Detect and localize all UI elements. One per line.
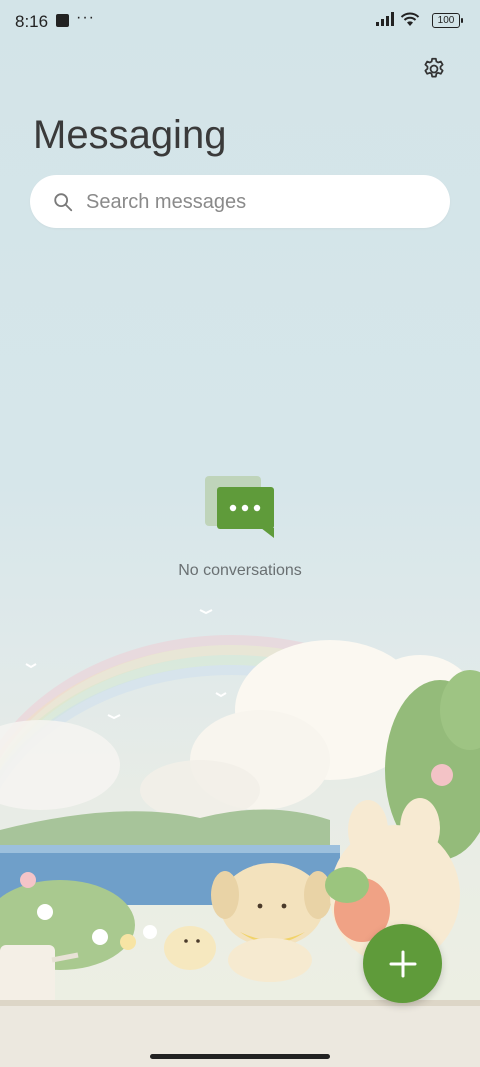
status-time: 8:16	[15, 12, 49, 31]
chat-bubbles-icon	[205, 476, 274, 538]
status-bar: 8:16 ··· 100	[0, 0, 480, 42]
search-icon	[54, 193, 73, 212]
page-title: Messaging	[33, 113, 227, 157]
settings-button[interactable]	[419, 54, 449, 84]
signal-icon	[376, 12, 394, 26]
search-bar[interactable]	[30, 175, 450, 230]
more-notifications-icon: ···	[76, 9, 95, 26]
search-input[interactable]	[84, 175, 428, 230]
gear-icon	[424, 57, 444, 78]
plus-icon	[389, 950, 416, 977]
new-message-button[interactable]	[363, 924, 442, 1003]
status-icons: 100	[376, 12, 463, 30]
wifi-icon	[400, 12, 420, 26]
battery-icon: 100	[432, 13, 463, 28]
home-indicator[interactable]	[150, 1054, 330, 1059]
notification-icon	[56, 14, 69, 27]
